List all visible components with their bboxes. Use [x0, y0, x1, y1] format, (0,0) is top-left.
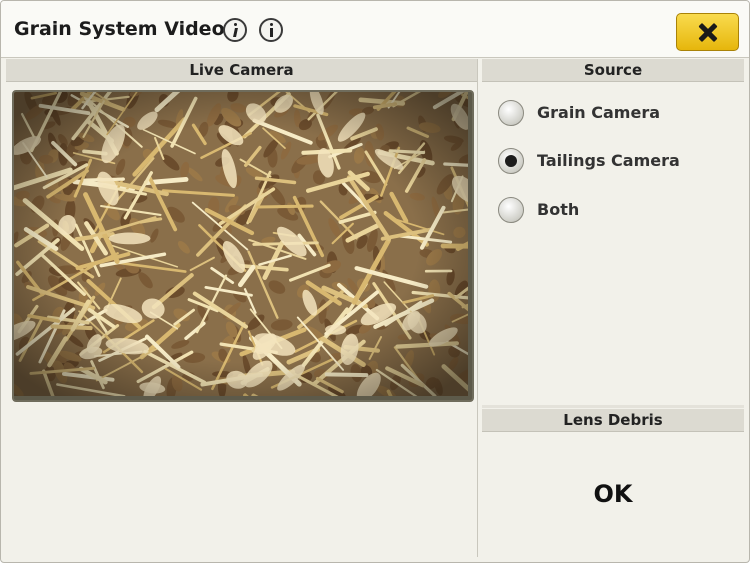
grain-system-video-dialog: Grain System Video Live Camera Source Gr… — [0, 0, 750, 563]
live-camera-header: Live Camera — [6, 59, 477, 82]
radio-button[interactable] — [498, 197, 524, 223]
ok-button[interactable]: OK — [482, 459, 744, 529]
info-dot — [234, 23, 237, 26]
info-icon-2[interactable] — [259, 18, 283, 42]
camera-image — [14, 92, 468, 396]
info-dot — [270, 23, 273, 26]
info-bar — [270, 28, 273, 37]
lens-debris-header: Lens Debris — [482, 409, 744, 432]
radio-selected-dot — [505, 155, 517, 167]
live-camera-feed — [12, 90, 474, 402]
radio-button[interactable] — [498, 100, 524, 126]
panel-divider — [482, 405, 744, 408]
radio-label: Tailings Camera — [537, 151, 680, 170]
title-bar: Grain System Video — [1, 1, 749, 58]
source-header: Source — [482, 59, 744, 82]
info-icon[interactable] — [223, 18, 247, 42]
close-button[interactable] — [676, 13, 739, 51]
live-camera-panel: Live Camera — [6, 59, 478, 557]
lens-debris-panel: Lens Debris OK — [482, 409, 744, 559]
radio-label: Both — [537, 200, 580, 219]
radio-label: Grain Camera — [537, 103, 661, 122]
radio-button-selected[interactable] — [498, 148, 524, 174]
dialog-title: Grain System Video — [14, 18, 225, 40]
source-panel: Source Grain Camera Tailings Camera Both — [482, 59, 744, 404]
info-bar — [233, 28, 238, 37]
